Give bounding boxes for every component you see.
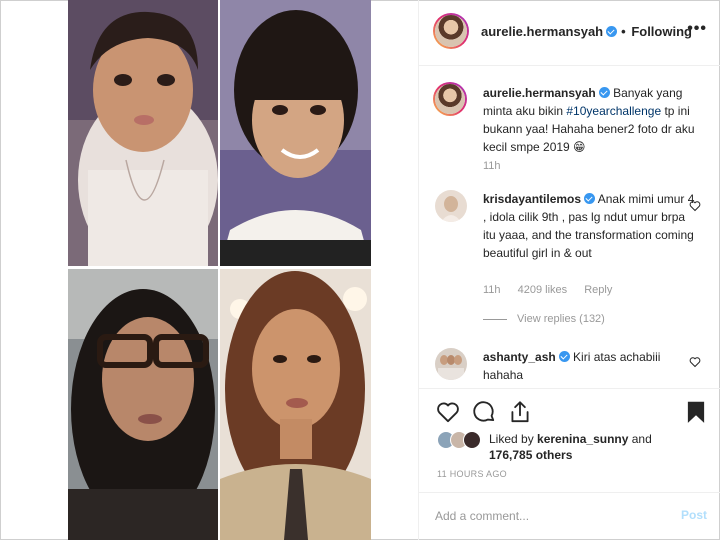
comment-icon[interactable] [471,399,497,425]
comment-like-heart-icon[interactable] [689,200,701,212]
author-avatar[interactable] [433,13,469,49]
author-username[interactable]: aurelie.hermansyah [481,24,603,39]
caption-avatar[interactable] [433,82,467,116]
author-line: aurelie.hermansyah • Following [481,24,692,39]
liked-by-user[interactable]: kerenina_sunny [537,432,628,446]
verified-badge-icon [606,26,618,37]
view-replies-button[interactable]: View replies (132) [483,313,605,325]
comment-username[interactable]: ashanty_ash [483,350,556,364]
separator-dot: • [621,24,626,39]
post-header: aurelie.hermansyah • Following ••• [419,0,720,66]
post-actions: Liked by kerenina_sunny and 176,785 other… [419,388,720,488]
reply-button[interactable]: Reply [584,284,612,296]
likes-middle: and [628,432,652,446]
post-timestamp[interactable]: 11 HOURS AGO [437,469,507,479]
likes-summary: Liked by kerenina_sunny and 176,785 other… [489,431,709,463]
photo-child-stage [220,0,371,266]
commenter-avatar[interactable] [435,190,467,222]
post-details-panel: aurelie.hermansyah • Following ••• aureli… [418,0,720,540]
share-icon[interactable] [507,399,533,425]
comment-likes[interactable]: 4209 likes [518,284,568,296]
verified-badge-icon [558,351,570,362]
post-comment-button[interactable]: Post [681,508,707,522]
view-replies-label: View replies (132) [517,313,605,325]
comment-item: ashanty_ash Kiri atas achabiii hahaha [419,348,720,384]
comment-like-heart-icon[interactable] [689,356,701,368]
more-options-icon[interactable]: ••• [687,20,707,38]
hashtag-link[interactable]: #10yearchallenge [566,104,661,118]
add-comment-input[interactable] [435,506,655,526]
comment-text: ashanty_ash Kiri atas achabiii hahaha [483,348,699,384]
comment-text: krisdayantilemos Anak mimi umur 4 , idol… [483,190,699,262]
photo-teen-glasses [68,269,218,540]
caption-meta: 11h [483,160,515,172]
verified-badge-icon [584,193,596,204]
caption: aurelie.hermansyah Banyak yang minta aku… [419,82,720,178]
liked-by-avatars[interactable] [437,431,485,451]
add-comment-bar: Post [419,492,720,540]
caption-username[interactable]: aurelie.hermansyah [483,86,596,100]
comment-time[interactable]: 11h [483,284,501,296]
bookmark-icon[interactable] [683,399,709,425]
following-button[interactable]: Following [631,24,692,39]
likes-count[interactable]: 176,785 others [489,448,572,462]
photo-2019-portrait [220,269,371,540]
replies-divider [483,318,507,320]
caption-text: aurelie.hermansyah Banyak yang minta aku… [483,84,699,156]
verified-badge-icon [598,87,610,98]
commenter-avatar[interactable] [435,348,467,380]
likes-prefix: Liked by [489,432,538,446]
photo-toddler [68,0,218,266]
caption-time[interactable]: 11h [483,160,501,172]
comment-username[interactable]: krisdayantilemos [483,192,581,206]
post-image-collage[interactable] [68,0,371,540]
comment-item: krisdayantilemos Anak mimi umur 4 , idol… [419,190,720,330]
heart-icon[interactable] [435,399,461,425]
comment-meta: 11h 4209 likes Reply [483,284,626,296]
